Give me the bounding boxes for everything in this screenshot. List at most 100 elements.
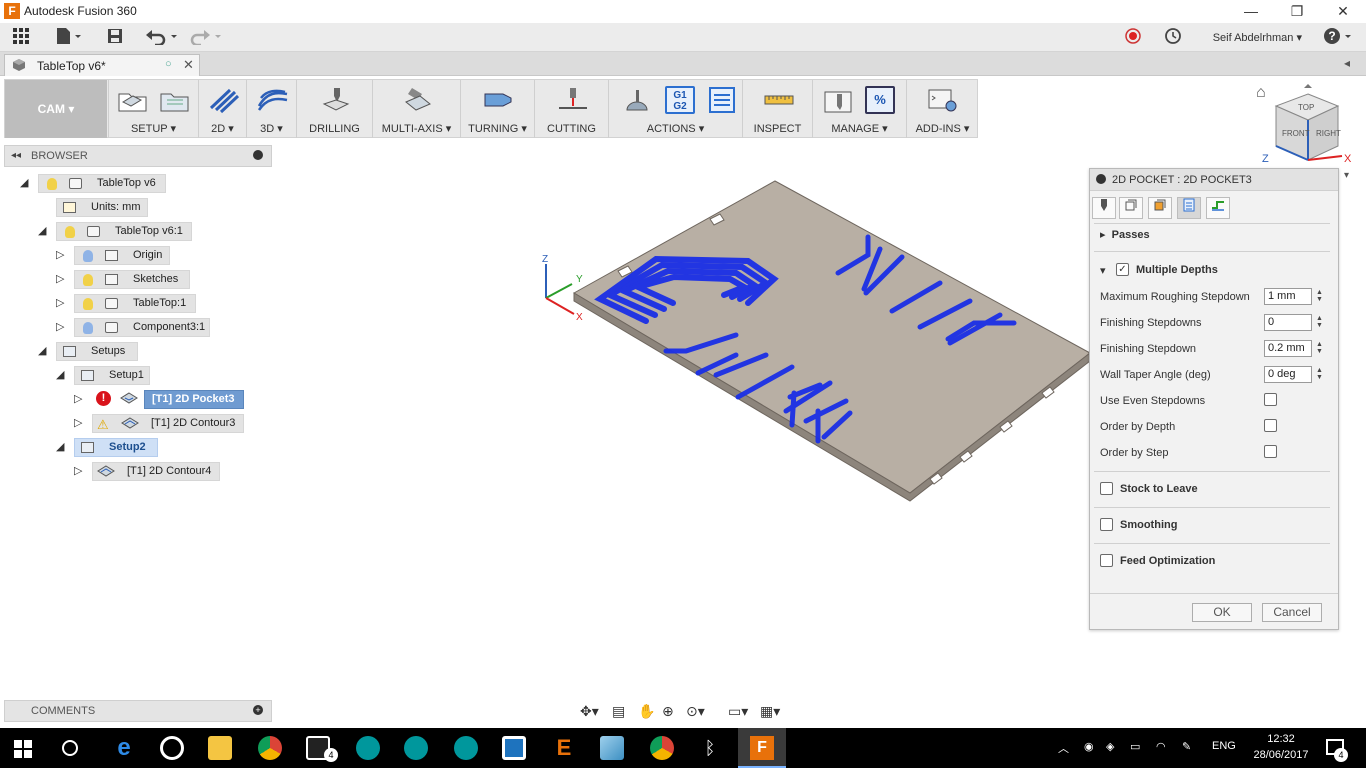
tray-record-icon[interactable]: ◉ bbox=[1084, 740, 1094, 753]
order-by-depth-checkbox[interactable] bbox=[1264, 419, 1277, 432]
tree-node-contour4[interactable]: [T1] 2D Contour4 bbox=[92, 462, 220, 481]
ok-button[interactable]: OK bbox=[1192, 603, 1252, 622]
e-app-icon[interactable]: E bbox=[552, 736, 576, 760]
tab-heights[interactable] bbox=[1148, 197, 1172, 219]
viewcube-menu-chevron-icon[interactable]: ▾ bbox=[1344, 170, 1349, 181]
tree-collapsed-triangle-icon[interactable]: ▷ bbox=[74, 416, 82, 429]
redo-icon[interactable] bbox=[188, 27, 224, 49]
tree-node-origin[interactable]: Origin bbox=[74, 246, 170, 265]
section-passes[interactable]: ▸ Passes bbox=[1100, 228, 1150, 241]
pan-hand-icon[interactable]: ✋ bbox=[638, 703, 655, 720]
data-panel-grid-icon[interactable] bbox=[10, 27, 32, 49]
ribbon-group-3d[interactable]: 3D ▾ bbox=[246, 80, 296, 138]
chrome-icon[interactable] bbox=[258, 736, 282, 760]
tray-location-icon[interactable]: ◈ bbox=[1106, 740, 1114, 753]
visibility-bulb-icon[interactable] bbox=[83, 250, 93, 262]
ribbon-group-manage[interactable]: % MANAGE ▾ bbox=[812, 80, 906, 138]
app-window-icon[interactable] bbox=[502, 736, 526, 760]
tree-node-setups[interactable]: Setups bbox=[56, 342, 138, 361]
finishing-stepdowns-input[interactable]: 0 bbox=[1264, 314, 1312, 331]
language-indicator[interactable]: ENG bbox=[1212, 740, 1236, 752]
media-app-icon[interactable] bbox=[160, 736, 184, 760]
tree-collapsed-triangle-icon[interactable]: ▷ bbox=[56, 248, 64, 261]
ribbon-group-add-ins[interactable]: ADD-INS ▾ bbox=[906, 80, 978, 138]
dialog-header[interactable]: 2D POCKET : 2D POCKET3 bbox=[1090, 169, 1338, 191]
tree-collapsed-triangle-icon[interactable]: ▷ bbox=[74, 392, 82, 405]
tree-node-units[interactable]: Units: mm bbox=[56, 198, 148, 217]
search-cortana-icon[interactable] bbox=[62, 740, 78, 756]
comments-panel[interactable]: COMMENTS + bbox=[4, 700, 272, 722]
ribbon-group-multi-axis[interactable]: MULTI-AXIS ▾ bbox=[372, 80, 460, 138]
grid-settings-icon[interactable]: ▦▾ bbox=[760, 703, 780, 720]
collapse-dialog-icon[interactable] bbox=[1096, 174, 1106, 184]
max-roughing-stepdown-input[interactable]: 1 mm bbox=[1264, 288, 1312, 305]
tree-collapsed-triangle-icon[interactable]: ▷ bbox=[56, 272, 64, 285]
tree-collapsed-triangle-icon[interactable]: ▷ bbox=[56, 320, 64, 333]
maximize-button[interactable]: ❐ bbox=[1274, 0, 1320, 23]
close-button[interactable]: ✕ bbox=[1320, 0, 1366, 23]
tree-node-setup2[interactable]: Setup2 bbox=[74, 438, 158, 457]
user-account-menu[interactable]: Seif Abdelrhman ▾ bbox=[1213, 31, 1302, 44]
tab-tool[interactable] bbox=[1092, 197, 1116, 219]
collapse-panel-icon[interactable]: ◂◂ bbox=[11, 150, 21, 161]
browser-options-icon[interactable] bbox=[253, 150, 263, 160]
tree-expand-triangle-icon[interactable]: ◢ bbox=[38, 224, 46, 237]
tree-node-root[interactable]: TableTop v6 bbox=[38, 174, 166, 193]
stock-to-leave-checkbox[interactable] bbox=[1100, 482, 1113, 495]
order-by-step-checkbox[interactable] bbox=[1264, 445, 1277, 458]
minimize-button[interactable]: — bbox=[1228, 0, 1274, 23]
file-menu-icon[interactable] bbox=[54, 27, 84, 49]
display-settings-icon[interactable]: ▭▾ bbox=[728, 703, 748, 720]
stepper-icon[interactable]: ▲ ▼ bbox=[1316, 289, 1323, 303]
stepper-icon[interactable]: ▲ ▼ bbox=[1316, 367, 1323, 381]
tab-passes[interactable] bbox=[1177, 197, 1201, 219]
look-at-icon[interactable]: ▤ bbox=[612, 703, 625, 720]
cancel-button[interactable]: Cancel bbox=[1262, 603, 1322, 622]
tab-linking[interactable] bbox=[1206, 197, 1230, 219]
section-multiple-depths[interactable]: ▾ bbox=[1100, 264, 1106, 277]
orbit-icon[interactable]: ✥▾ bbox=[580, 703, 599, 720]
fusion-taskbar-button[interactable]: F bbox=[738, 728, 786, 768]
help-icon[interactable]: ? bbox=[1322, 27, 1356, 49]
zoom-icon[interactable]: ⊕ bbox=[662, 703, 674, 720]
tree-node-contour3[interactable]: ⚠ [T1] 2D Contour3 bbox=[92, 414, 244, 433]
finishing-stepdown-input[interactable]: 0.2 mm bbox=[1264, 340, 1312, 357]
battery-icon[interactable]: ▭ bbox=[1130, 740, 1140, 753]
tree-node-sketches[interactable]: Sketches bbox=[74, 270, 190, 289]
wifi-icon[interactable]: ◠ bbox=[1156, 740, 1166, 753]
visibility-bulb-icon[interactable] bbox=[65, 226, 75, 238]
tree-expand-triangle-icon[interactable]: ◢ bbox=[56, 368, 64, 381]
ribbon-group-inspect[interactable]: INSPECT bbox=[742, 80, 812, 138]
ribbon-group-actions[interactable]: G1 G2 ACTIONS ▾ bbox=[608, 80, 742, 138]
edge-browser-icon[interactable]: e bbox=[112, 736, 136, 760]
tree-node-pocket3[interactable]: [T1] 2D Pocket3 bbox=[144, 390, 244, 409]
browser-panel-header[interactable]: ◂◂ BROWSER bbox=[4, 145, 272, 167]
ribbon-group-cutting[interactable]: CUTTING bbox=[534, 80, 608, 138]
arduino-icon[interactable] bbox=[404, 736, 428, 760]
3d-app-icon[interactable] bbox=[600, 736, 624, 760]
tab-geometry[interactable] bbox=[1119, 197, 1143, 219]
viewport-model[interactable] bbox=[530, 175, 1090, 505]
multiple-depths-checkbox[interactable]: ✓ bbox=[1116, 263, 1129, 276]
smoothing-checkbox[interactable] bbox=[1100, 518, 1113, 531]
add-comment-icon[interactable]: + bbox=[253, 705, 263, 715]
clock-date[interactable]: 28/06/2017 bbox=[1250, 749, 1312, 761]
tree-collapsed-triangle-icon[interactable]: ▷ bbox=[56, 296, 64, 309]
tree-expand-triangle-icon[interactable]: ◢ bbox=[20, 176, 28, 189]
tree-node-setup1[interactable]: Setup1 bbox=[74, 366, 150, 385]
ribbon-group-2d[interactable]: 2D ▾ bbox=[198, 80, 246, 138]
arduino-icon[interactable] bbox=[454, 736, 478, 760]
tree-node-component3[interactable]: Component3:1 bbox=[74, 318, 210, 337]
document-tab[interactable]: TableTop v6* ○ ✕ bbox=[4, 54, 200, 76]
tree-node-body[interactable]: TableTop:1 bbox=[74, 294, 196, 313]
tray-overflow-chevron-icon[interactable]: ︿ bbox=[1058, 740, 1069, 756]
job-status-clock-icon[interactable] bbox=[1162, 27, 1184, 49]
pen-workspace-icon[interactable]: ✎ bbox=[1182, 740, 1191, 753]
workspace-switcher[interactable]: CAM ▾ bbox=[5, 80, 107, 138]
record-icon[interactable] bbox=[1122, 27, 1144, 49]
windows-start-icon[interactable] bbox=[14, 740, 32, 761]
tree-expand-triangle-icon[interactable]: ◢ bbox=[56, 440, 64, 453]
bluetooth-icon[interactable]: ᛒ bbox=[698, 736, 722, 760]
tab-list-chevron-icon[interactable]: ◂ bbox=[1344, 56, 1350, 70]
tree-collapsed-triangle-icon[interactable]: ▷ bbox=[74, 464, 82, 477]
